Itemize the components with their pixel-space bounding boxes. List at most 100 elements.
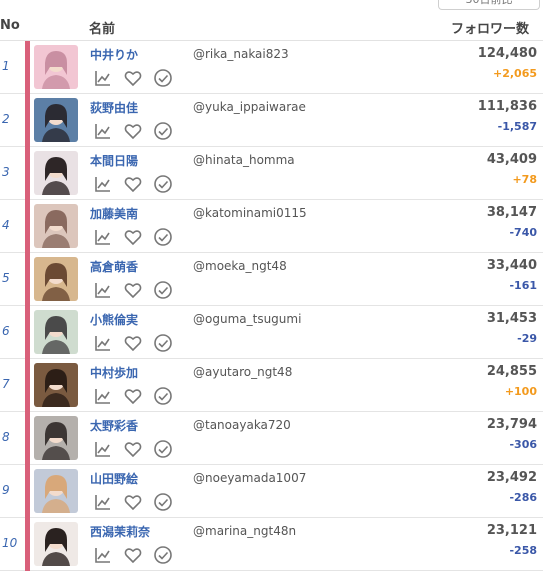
follower-count: 23,492 [486,470,537,485]
avatar[interactable] [34,204,78,248]
rank-number: 9 [2,483,10,497]
check-circle-icon[interactable] [153,174,173,194]
table-row: 6 小熊倫実 @oguma_tsugumi 31,453 -29 [0,306,543,359]
chart-icon[interactable] [93,492,113,512]
member-name-link[interactable]: 加藤美南 [90,205,138,222]
follower-count: 31,453 [486,311,537,326]
avatar[interactable] [34,45,78,89]
twitter-handle[interactable]: @marina_ngt48n [193,524,296,538]
follower-change: -29 [517,332,537,345]
heart-icon[interactable] [123,545,143,565]
heart-icon[interactable] [123,280,143,300]
member-name-link[interactable]: 荻野由佳 [90,99,138,116]
rank-accent-bar [25,200,30,253]
rank-number: 5 [2,271,10,285]
rank-number: 3 [2,165,10,179]
twitter-handle[interactable]: @hinata_homma [193,153,295,167]
check-circle-icon[interactable] [153,280,173,300]
table-row: 10 西潟茉莉奈 @marina_ngt48n 23,121 -258 [0,518,543,571]
twitter-handle[interactable]: @noeyamada1007 [193,471,306,485]
check-circle-icon[interactable] [153,386,173,406]
twitter-handle[interactable]: @katominami0115 [193,206,307,220]
member-name-link[interactable]: 中井りか [90,46,138,63]
row-actions [93,386,183,406]
chart-icon[interactable] [93,545,113,565]
rank-accent-bar [25,412,30,465]
heart-icon[interactable] [123,492,143,512]
period-toggle-tab[interactable]: 30日前比 [438,0,540,10]
table-row: 2 荻野由佳 @yuka_ippaiwarae 111,836 -1,587 [0,94,543,147]
heart-icon[interactable] [123,68,143,88]
chart-icon[interactable] [93,333,113,353]
rank-number: 6 [2,324,10,338]
heart-icon[interactable] [123,174,143,194]
check-circle-icon[interactable] [153,121,173,141]
check-circle-icon[interactable] [153,227,173,247]
member-name-link[interactable]: 小熊倫実 [90,311,138,328]
heart-icon[interactable] [123,121,143,141]
table-row: 5 高倉萌香 @moeka_ngt48 33,440 -161 [0,253,543,306]
member-name-link[interactable]: 太野彩香 [90,417,138,434]
heart-icon[interactable] [123,386,143,406]
avatar[interactable] [34,98,78,142]
row-actions [93,174,183,194]
heart-icon[interactable] [123,439,143,459]
heart-icon[interactable] [123,333,143,353]
follower-change: -286 [509,491,537,504]
avatar[interactable] [34,310,78,354]
member-name-link[interactable]: 中村歩加 [90,364,138,381]
check-circle-icon[interactable] [153,68,173,88]
column-header-name: 名前 [89,22,116,37]
follower-change: -306 [509,438,537,451]
chart-icon[interactable] [93,439,113,459]
avatar[interactable] [34,469,78,513]
rank-number: 8 [2,430,10,444]
follower-count: 24,855 [486,364,537,379]
chart-icon[interactable] [93,227,113,247]
avatar[interactable] [34,257,78,301]
rank-accent-bar [25,41,30,94]
avatar[interactable] [34,522,78,566]
member-name-link[interactable]: 山田野絵 [90,470,138,487]
row-actions [93,439,183,459]
rank-number: 1 [2,59,10,73]
member-name-link[interactable]: 高倉萌香 [90,258,138,275]
twitter-handle[interactable]: @rika_nakai823 [193,47,289,61]
chart-icon[interactable] [93,174,113,194]
twitter-handle[interactable]: @moeka_ngt48 [193,259,287,273]
avatar[interactable] [34,363,78,407]
heart-icon[interactable] [123,227,143,247]
rank-number: 4 [2,218,10,232]
rank-number: 10 [2,536,18,550]
rank-accent-bar [25,253,30,306]
check-circle-icon[interactable] [153,439,173,459]
follower-count: 23,121 [486,523,537,538]
row-actions [93,68,183,88]
follower-count: 111,836 [477,99,537,114]
table-header: No 名前 フォロワー数 [0,12,543,41]
check-circle-icon[interactable] [153,545,173,565]
member-name-link[interactable]: 西潟茉莉奈 [90,523,150,540]
twitter-handle[interactable]: @yuka_ippaiwarae [193,100,306,114]
twitter-handle[interactable]: @oguma_tsugumi [193,312,301,326]
twitter-handle[interactable]: @ayutaro_ngt48 [193,365,292,379]
avatar[interactable] [34,151,78,195]
table-row: 9 山田野絵 @noeyamada1007 23,492 -286 [0,465,543,518]
follower-count: 43,409 [486,152,537,167]
column-header-no: No [0,18,20,33]
avatar[interactable] [34,416,78,460]
chart-icon[interactable] [93,280,113,300]
chart-icon[interactable] [93,121,113,141]
check-circle-icon[interactable] [153,333,173,353]
chart-icon[interactable] [93,68,113,88]
rank-number: 7 [2,377,10,391]
twitter-handle[interactable]: @tanoayaka720 [193,418,291,432]
column-header-followers[interactable]: フォロワー数 [451,18,529,37]
follower-count: 33,440 [486,258,537,273]
member-name-link[interactable]: 本間日陽 [90,152,138,169]
chart-icon[interactable] [93,386,113,406]
rank-accent-bar [25,94,30,147]
rank-accent-bar [25,465,30,518]
check-circle-icon[interactable] [153,492,173,512]
row-actions [93,333,183,353]
